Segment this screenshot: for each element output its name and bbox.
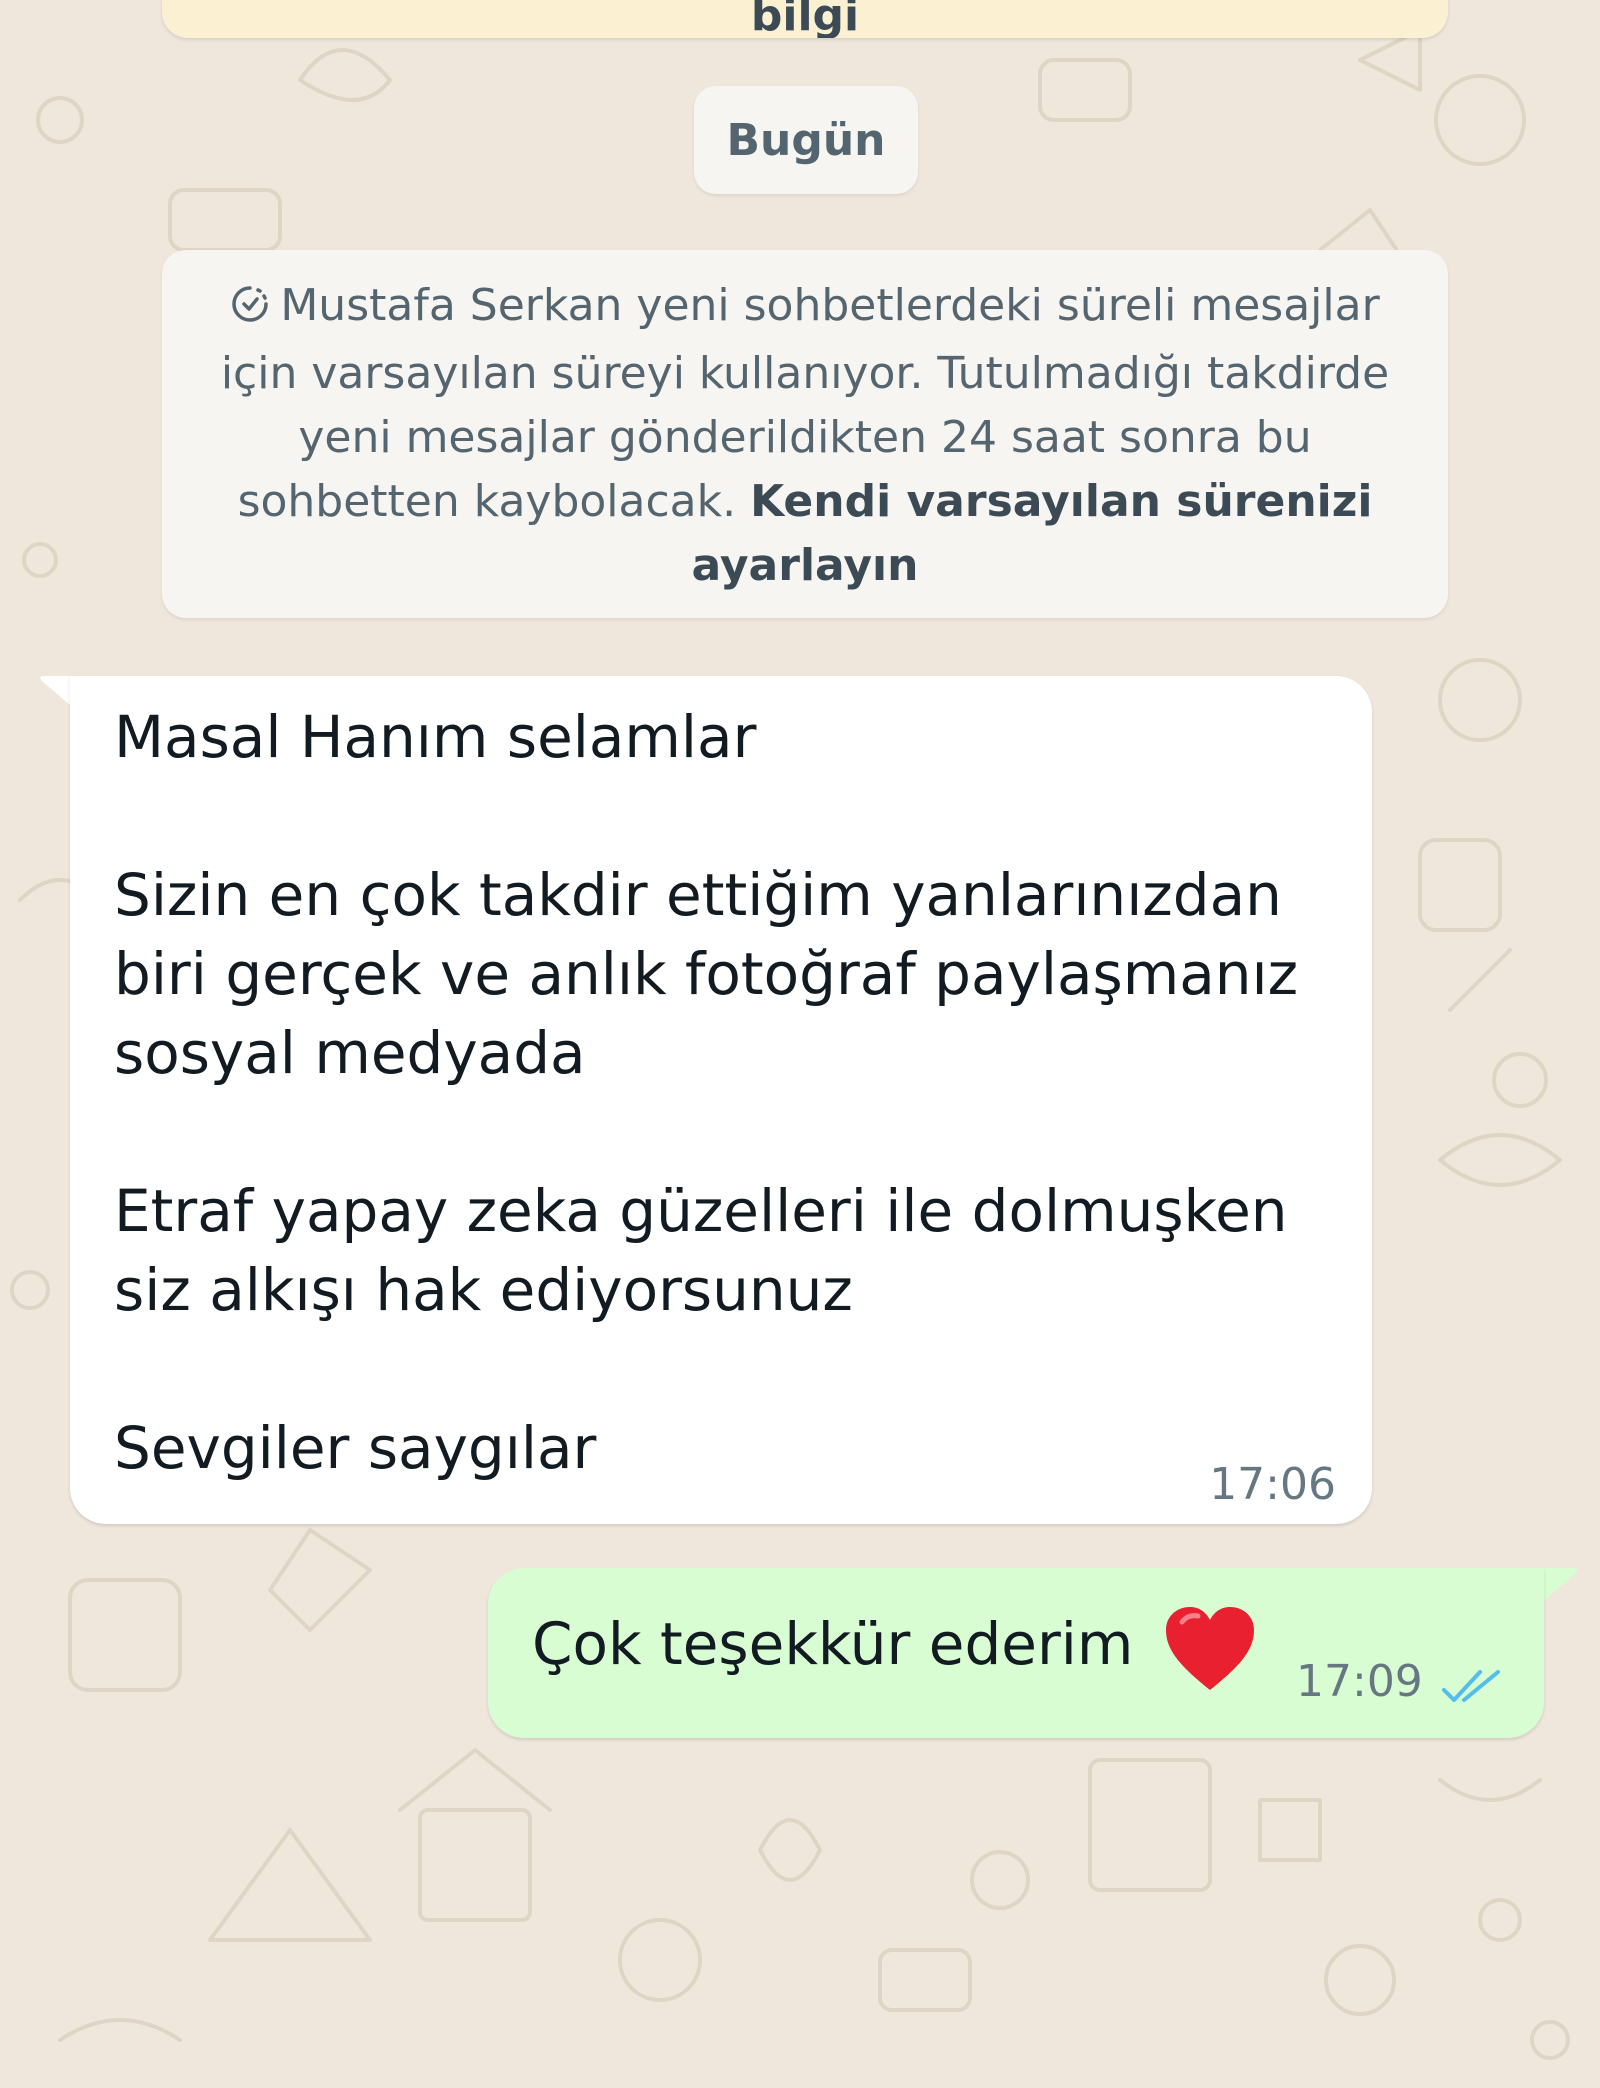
heart-icon xyxy=(1162,1604,1258,1698)
date-divider: Bugün xyxy=(694,86,918,194)
set-default-timer-link[interactable]: Kendi varsayılan sürenizi ayarlayın xyxy=(692,476,1373,591)
outgoing-message-bubble[interactable]: Çok teşekkür ederim 17:09 xyxy=(488,1568,1544,1738)
date-divider-label: Bugün xyxy=(726,114,886,166)
incoming-message-time: 17:06 xyxy=(1209,1459,1336,1510)
top-info-banner-text: bilgi xyxy=(750,0,860,38)
read-double-tick-icon xyxy=(1440,1666,1504,1710)
outgoing-message-time: 17:09 xyxy=(1296,1656,1423,1707)
incoming-message-bubble[interactable]: Masal Hanım selamlar Sizin en çok takdir… xyxy=(70,676,1372,1524)
top-info-banner: bilgi xyxy=(162,0,1448,38)
disappearing-messages-notice[interactable]: Mustafa Serkan yeni sohbetlerdeki süreli… xyxy=(162,250,1448,618)
notice-text: Mustafa Serkan yeni sohbetlerdeki süreli… xyxy=(202,274,1408,598)
incoming-message-text: Masal Hanım selamlar Sizin en çok takdir… xyxy=(114,703,1299,1482)
disappearing-timer-icon xyxy=(230,278,270,342)
outgoing-bubble-tail xyxy=(1540,1568,1578,1604)
outgoing-message-text: Çok teşekkür ederim xyxy=(532,1610,1134,1678)
